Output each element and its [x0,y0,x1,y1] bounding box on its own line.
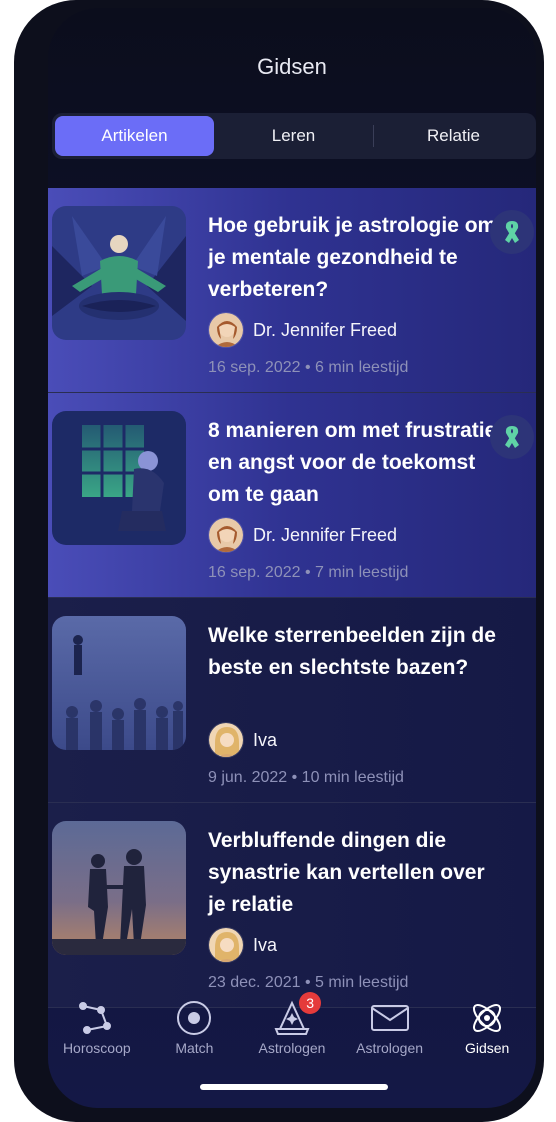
article-list: Hoe gebruik je astrologie om je mentale … [48,188,536,1008]
tabbar-item-messages[interactable]: Astrologen [341,998,439,1068]
author: Iva [208,722,277,758]
author-avatar [208,927,244,963]
article-card[interactable]: 8 manieren om met frustratie en angst vo… [48,393,536,598]
tabbar-item-match[interactable]: Match [146,998,244,1068]
author-name: Dr. Jennifer Freed [253,319,398,340]
article-meta: 16 sep. 2022 • 6 min leestijd [208,359,409,376]
tabbar-label: Astrologen [356,1040,424,1056]
author-name: Dr. Jennifer Freed [253,524,398,545]
author-name: Iva [253,934,278,955]
article-title: 8 manieren om met frustratie en angst vo… [208,419,497,506]
article-card[interactable]: Hoe gebruik je astrologie om je mentale … [48,188,536,393]
article-title: Verbluffende dingen die synastrie kan ve… [208,829,485,916]
article-thumbnail-crowd [52,616,186,750]
page-title: Gidsen [257,54,327,79]
tab-leren[interactable]: Leren [214,116,373,156]
tab-artikelen[interactable]: Artikelen [55,116,214,156]
tabbar-label: Horoscoop [62,1040,131,1056]
screen: Gidsen Artikelen Leren Relatie Hoe gebru… [48,8,536,1108]
orbit-icon [174,998,214,1038]
article-thumbnail-window [52,411,186,545]
segmented-control: Artikelen Leren Relatie [52,113,536,159]
tabbar-item-astrologen[interactable]: 3 Astrologen [243,992,341,1068]
tabbar-label: Match [175,1040,214,1056]
tabbar-label: Astrologen [258,1040,326,1056]
article-title: Hoe gebruik je astrologie om je mentale … [208,214,497,301]
article-card[interactable]: Welke sterrenbeelden zijn de beste en sl… [48,598,536,803]
home-indicator[interactable] [200,1084,388,1090]
tabbar-label: Gidsen [464,1040,510,1056]
article-title: Welke sterrenbeelden zijn de beste en sl… [208,624,496,679]
tab-bar: Horoscoop Match 3 Astrologen Astrologen [48,992,536,1068]
article-meta: 16 sep. 2022 • 7 min leestijd [208,564,409,581]
tab-relatie[interactable]: Relatie [374,116,533,156]
author: Iva [208,927,277,963]
author: Dr. Jennifer Freed [208,312,397,348]
author-name: Iva [253,729,278,750]
article-thumbnail-meditation [52,206,186,340]
article-meta: 9 jun. 2022 • 10 min leestijd [208,769,404,786]
author-avatar [208,722,244,758]
envelope-icon [370,998,410,1038]
phone-frame: Gidsen Artikelen Leren Relatie Hoe gebru… [14,0,544,1122]
article-card[interactable]: Verbluffende dingen die synastrie kan ve… [48,803,536,1008]
awareness-ribbon-icon[interactable] [490,415,534,459]
author-avatar [208,312,244,348]
article-meta: 23 dec. 2021 • 5 min leestijd [208,974,409,991]
notification-badge: 3 [299,992,322,1014]
tabbar-item-gidsen[interactable]: Gidsen [438,998,536,1068]
constellation-icon [77,998,117,1038]
author-avatar [208,517,244,553]
awareness-ribbon-icon[interactable] [490,210,534,254]
tabbar-item-horoscoop[interactable]: Horoscoop [48,998,146,1068]
atom-icon [467,998,507,1038]
article-thumbnail-couple [52,821,186,955]
author: Dr. Jennifer Freed [208,517,397,553]
